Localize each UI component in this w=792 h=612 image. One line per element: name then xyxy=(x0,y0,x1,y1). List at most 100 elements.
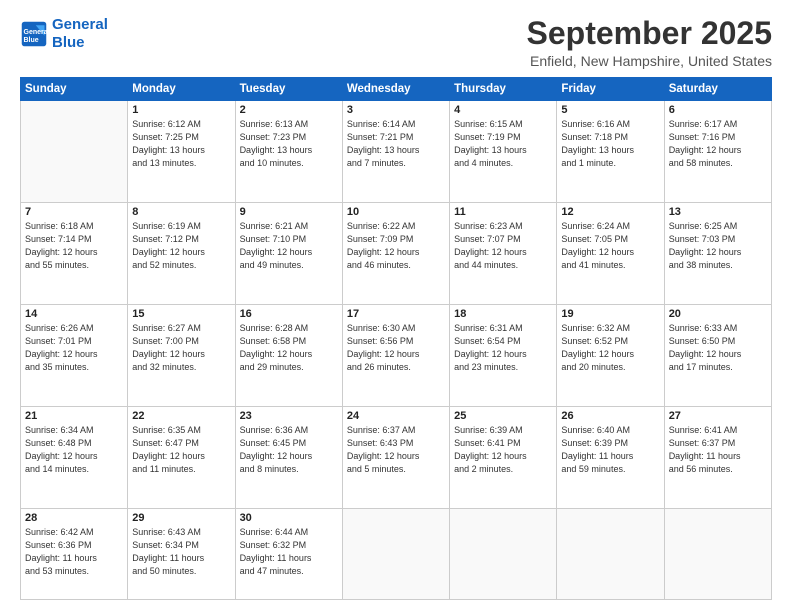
day-number: 14 xyxy=(25,308,123,320)
calendar-header-row: Sunday Monday Tuesday Wednesday Thursday… xyxy=(21,78,772,101)
svg-text:Blue: Blue xyxy=(24,37,39,44)
table-row: 15Sunrise: 6:27 AM Sunset: 7:00 PM Dayli… xyxy=(128,305,235,407)
day-number: 17 xyxy=(347,308,445,320)
day-info: Sunrise: 6:32 AM Sunset: 6:52 PM Dayligh… xyxy=(561,322,659,374)
col-wednesday: Wednesday xyxy=(342,78,449,101)
day-info: Sunrise: 6:33 AM Sunset: 6:50 PM Dayligh… xyxy=(669,322,767,374)
day-info: Sunrise: 6:18 AM Sunset: 7:14 PM Dayligh… xyxy=(25,220,123,272)
table-row: 25 Sunrise: 6:39 AM Sunset: 6:41 PM Dayli… xyxy=(450,407,557,509)
day-info: Sunrise: 6:16 AM Sunset: 7:18 PM Dayligh… xyxy=(561,118,659,170)
svg-text:General: General xyxy=(24,29,49,36)
day-number: 4 xyxy=(454,104,552,116)
table-row: 10Sunrise: 6:22 AM Sunset: 7:09 PM Dayli… xyxy=(342,203,449,305)
col-sunday: Sunday xyxy=(21,78,128,101)
table-row: 26 Sunrise: 6:40 AM Sunset: 6:39 PM Dayli… xyxy=(557,407,664,509)
table-row: 30 Sunrise: 6:44 AM Sunset: 6:32 PM Dayli… xyxy=(235,509,342,600)
table-row: 6 Sunrise: 6:17 AM Sunset: 7:16 PM Daylig… xyxy=(664,101,771,203)
col-saturday: Saturday xyxy=(664,78,771,101)
table-row: 11 Sunrise: 6:23 AM Sunset: 7:07 PM Dayli… xyxy=(450,203,557,305)
day-number: 7 xyxy=(25,206,123,218)
table-row: 23 Sunrise: 6:36 AM Sunset: 6:45 PM Dayli… xyxy=(235,407,342,509)
day-number: 6 xyxy=(669,104,767,116)
day-info: Sunrise: 6:12 AM Sunset: 7:25 PM Dayligh… xyxy=(132,118,230,170)
table-row: 14 Sunrise: 6:26 AM Sunset: 7:01 PM Dayli… xyxy=(21,305,128,407)
header: General Blue General Blue September 2025… xyxy=(20,16,772,69)
day-info: Sunrise: 6:40 AM Sunset: 6:39 PM Dayligh… xyxy=(561,424,659,476)
day-info: Sunrise: 6:36 AM Sunset: 6:45 PM Dayligh… xyxy=(240,424,338,476)
month-title: September 2025 xyxy=(527,16,772,51)
day-info: Sunrise: 6:17 AM Sunset: 7:16 PM Dayligh… xyxy=(669,118,767,170)
col-thursday: Thursday xyxy=(450,78,557,101)
col-friday: Friday xyxy=(557,78,664,101)
table-row: 4 Sunrise: 6:15 AM Sunset: 7:19 PM Daylig… xyxy=(450,101,557,203)
day-number: 24 xyxy=(347,410,445,422)
day-number: 8 xyxy=(132,206,230,218)
day-info: Sunrise: 6:28 AM Sunset: 6:58 PM Dayligh… xyxy=(240,322,338,374)
day-number: 5 xyxy=(561,104,659,116)
day-info: Sunrise: 6:25 AM Sunset: 7:03 PM Dayligh… xyxy=(669,220,767,272)
title-area: September 2025 Enfield, New Hampshire, U… xyxy=(527,16,772,69)
day-info: Sunrise: 6:37 AM Sunset: 6:43 PM Dayligh… xyxy=(347,424,445,476)
day-number: 25 xyxy=(454,410,552,422)
table-row: 9Sunrise: 6:21 AM Sunset: 7:10 PM Daylig… xyxy=(235,203,342,305)
day-number: 18 xyxy=(454,308,552,320)
page: General Blue General Blue September 2025… xyxy=(0,0,792,612)
table-row xyxy=(342,509,449,600)
day-number: 22 xyxy=(132,410,230,422)
table-row xyxy=(450,509,557,600)
table-row: 18 Sunrise: 6:31 AM Sunset: 6:54 PM Dayli… xyxy=(450,305,557,407)
day-number: 20 xyxy=(669,308,767,320)
day-number: 23 xyxy=(240,410,338,422)
table-row: 3Sunrise: 6:14 AM Sunset: 7:21 PM Daylig… xyxy=(342,101,449,203)
logo-text: General Blue xyxy=(52,16,108,52)
day-info: Sunrise: 6:34 AM Sunset: 6:48 PM Dayligh… xyxy=(25,424,123,476)
day-number: 11 xyxy=(454,206,552,218)
calendar-table: Sunday Monday Tuesday Wednesday Thursday… xyxy=(20,77,772,600)
table-row: 22Sunrise: 6:35 AM Sunset: 6:47 PM Dayli… xyxy=(128,407,235,509)
day-info: Sunrise: 6:44 AM Sunset: 6:32 PM Dayligh… xyxy=(240,526,338,578)
day-info: Sunrise: 6:26 AM Sunset: 7:01 PM Dayligh… xyxy=(25,322,123,374)
day-number: 28 xyxy=(25,512,123,524)
col-monday: Monday xyxy=(128,78,235,101)
day-number: 10 xyxy=(347,206,445,218)
day-number: 21 xyxy=(25,410,123,422)
day-info: Sunrise: 6:30 AM Sunset: 6:56 PM Dayligh… xyxy=(347,322,445,374)
table-row: 19 Sunrise: 6:32 AM Sunset: 6:52 PM Dayli… xyxy=(557,305,664,407)
day-info: Sunrise: 6:23 AM Sunset: 7:07 PM Dayligh… xyxy=(454,220,552,272)
table-row: 27 Sunrise: 6:41 AM Sunset: 6:37 PM Dayli… xyxy=(664,407,771,509)
table-row: 8 Sunrise: 6:19 AM Sunset: 7:12 PM Daylig… xyxy=(128,203,235,305)
day-info: Sunrise: 6:27 AM Sunset: 7:00 PM Dayligh… xyxy=(132,322,230,374)
day-info: Sunrise: 6:19 AM Sunset: 7:12 PM Dayligh… xyxy=(132,220,230,272)
day-info: Sunrise: 6:15 AM Sunset: 7:19 PM Dayligh… xyxy=(454,118,552,170)
table-row xyxy=(21,101,128,203)
table-row: 5 Sunrise: 6:16 AM Sunset: 7:18 PM Daylig… xyxy=(557,101,664,203)
day-info: Sunrise: 6:31 AM Sunset: 6:54 PM Dayligh… xyxy=(454,322,552,374)
col-tuesday: Tuesday xyxy=(235,78,342,101)
day-info: Sunrise: 6:42 AM Sunset: 6:36 PM Dayligh… xyxy=(25,526,123,578)
day-number: 30 xyxy=(240,512,338,524)
table-row xyxy=(557,509,664,600)
day-number: 1 xyxy=(132,104,230,116)
table-row: 12Sunrise: 6:24 AM Sunset: 7:05 PM Dayli… xyxy=(557,203,664,305)
table-row: 29Sunrise: 6:43 AM Sunset: 6:34 PM Dayli… xyxy=(128,509,235,600)
day-info: Sunrise: 6:41 AM Sunset: 6:37 PM Dayligh… xyxy=(669,424,767,476)
day-number: 19 xyxy=(561,308,659,320)
table-row: 1 Sunrise: 6:12 AM Sunset: 7:25 PM Daylig… xyxy=(128,101,235,203)
table-row: 24 Sunrise: 6:37 AM Sunset: 6:43 PM Dayli… xyxy=(342,407,449,509)
table-row: 17 Sunrise: 6:30 AM Sunset: 6:56 PM Dayli… xyxy=(342,305,449,407)
table-row: 7 Sunrise: 6:18 AM Sunset: 7:14 PM Daylig… xyxy=(21,203,128,305)
table-row xyxy=(664,509,771,600)
day-info: Sunrise: 6:21 AM Sunset: 7:10 PM Dayligh… xyxy=(240,220,338,272)
day-number: 13 xyxy=(669,206,767,218)
day-number: 26 xyxy=(561,410,659,422)
location-title: Enfield, New Hampshire, United States xyxy=(527,53,772,69)
table-row: 2 Sunrise: 6:13 AM Sunset: 7:23 PM Daylig… xyxy=(235,101,342,203)
day-info: Sunrise: 6:43 AM Sunset: 6:34 PM Dayligh… xyxy=(132,526,230,578)
day-number: 27 xyxy=(669,410,767,422)
table-row: 20 Sunrise: 6:33 AM Sunset: 6:50 PM Dayli… xyxy=(664,305,771,407)
table-row: 28 Sunrise: 6:42 AM Sunset: 6:36 PM Dayli… xyxy=(21,509,128,600)
day-info: Sunrise: 6:13 AM Sunset: 7:23 PM Dayligh… xyxy=(240,118,338,170)
day-info: Sunrise: 6:39 AM Sunset: 6:41 PM Dayligh… xyxy=(454,424,552,476)
table-row: 21 Sunrise: 6:34 AM Sunset: 6:48 PM Dayli… xyxy=(21,407,128,509)
day-number: 2 xyxy=(240,104,338,116)
